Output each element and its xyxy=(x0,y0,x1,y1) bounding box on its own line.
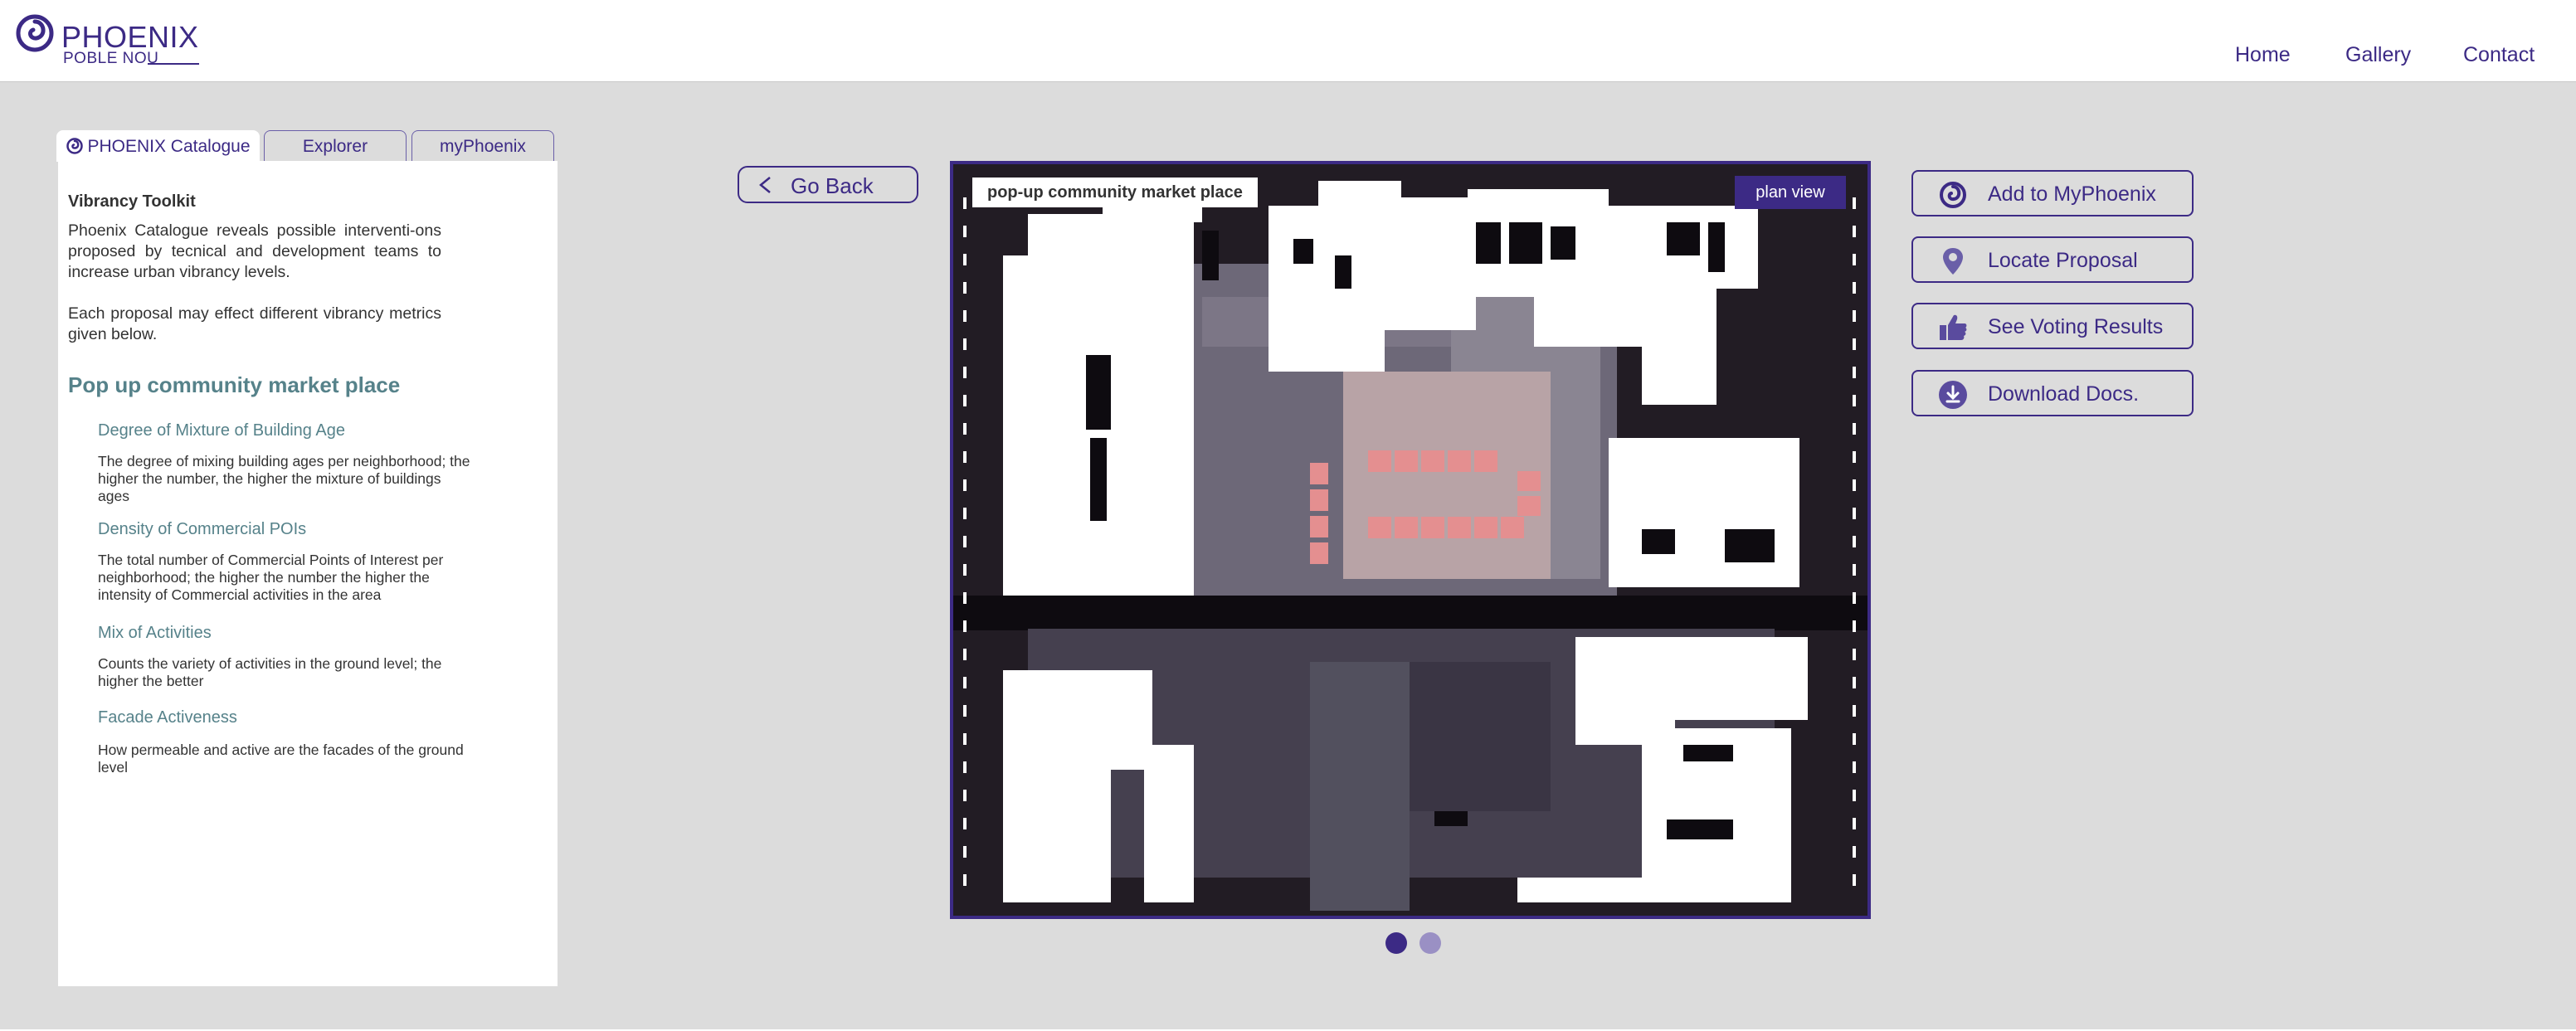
action-label: Locate Proposal xyxy=(1988,249,2138,272)
carousel-dot[interactable] xyxy=(1419,932,1441,954)
logo-underline xyxy=(148,63,199,65)
see-voting-results-button[interactable]: See Voting Results xyxy=(1911,303,2194,349)
nav-contact-link[interactable]: Contact xyxy=(2463,43,2535,67)
plan-view-button[interactable]: plan view xyxy=(1735,176,1846,209)
download-docs-button[interactable]: Download Docs. xyxy=(1911,370,2194,416)
action-label: See Voting Results xyxy=(1988,315,2164,338)
tab-myphoenix[interactable]: myPhoenix xyxy=(411,130,554,162)
catalogue-panel: Vibrancy Toolkit Phoenix Catalogue revea… xyxy=(58,161,558,986)
metric-name: Mix of Activities xyxy=(98,624,212,642)
action-label: Download Docs. xyxy=(1988,382,2140,406)
aerial-render-image xyxy=(953,164,1867,916)
chevron-left-icon xyxy=(759,177,771,193)
metric-description: Counts the variety of activities in the … xyxy=(98,655,442,689)
go-back-label: Go Back xyxy=(791,173,874,198)
download-icon xyxy=(1939,381,1967,409)
logo-subtitle: POBLE NOU xyxy=(63,50,159,67)
thumbs-up-icon xyxy=(1940,314,1967,340)
carousel-dot-active[interactable] xyxy=(1385,932,1407,954)
tab-label: PHOENIX Catalogue xyxy=(87,137,251,156)
proposal-title: Pop up community market place xyxy=(68,372,401,397)
go-back-button[interactable]: Go Back xyxy=(738,166,918,203)
metric-description: How permeable and active are the facades… xyxy=(98,742,464,776)
top-header: PHOENIX POBLE NOU Home Gallery Contact xyxy=(0,0,2576,82)
phoenix-swirl-icon xyxy=(1940,182,1966,208)
proposal-render-viewer[interactable]: pop-up community market place plan view xyxy=(950,161,1871,919)
tab-explorer[interactable]: Explorer xyxy=(264,130,407,162)
tab-label: Explorer xyxy=(302,137,368,156)
phoenix-swirl-icon xyxy=(66,138,84,154)
tab-label: myPhoenix xyxy=(440,137,526,156)
nav-gallery-link[interactable]: Gallery xyxy=(2345,43,2411,67)
metric-name: Degree of Mixture of Building Age xyxy=(98,421,345,440)
metric-name: Density of Commercial POIs xyxy=(98,520,307,538)
locate-proposal-button[interactable]: Locate Proposal xyxy=(1911,236,2194,283)
nav-home-link[interactable]: Home xyxy=(2235,43,2291,67)
metric-description: The total number of Commercial Points of… xyxy=(98,552,444,603)
phoenix-logo[interactable]: PHOENIX POBLE NOU xyxy=(15,12,199,70)
intro-paragraph: Phoenix Catalogue reveals possible inter… xyxy=(68,221,441,281)
metric-name: Facade Activeness xyxy=(98,708,237,727)
intro-paragraph-2: Each proposal may effect different vibra… xyxy=(68,304,441,343)
view-label: pop-up community market place xyxy=(972,178,1258,207)
toolkit-title: Vibrancy Toolkit xyxy=(68,192,196,211)
tab-phoenix-catalogue[interactable]: PHOENIX Catalogue xyxy=(56,130,260,162)
metric-description: The degree of mixing building ages per n… xyxy=(98,453,470,504)
action-label: Add to MyPhoenix xyxy=(1988,182,2156,206)
map-pin-icon xyxy=(1943,248,1963,275)
phoenix-swirl-icon xyxy=(16,12,55,52)
add-to-myphoenix-button[interactable]: Add to MyPhoenix xyxy=(1911,170,2194,216)
